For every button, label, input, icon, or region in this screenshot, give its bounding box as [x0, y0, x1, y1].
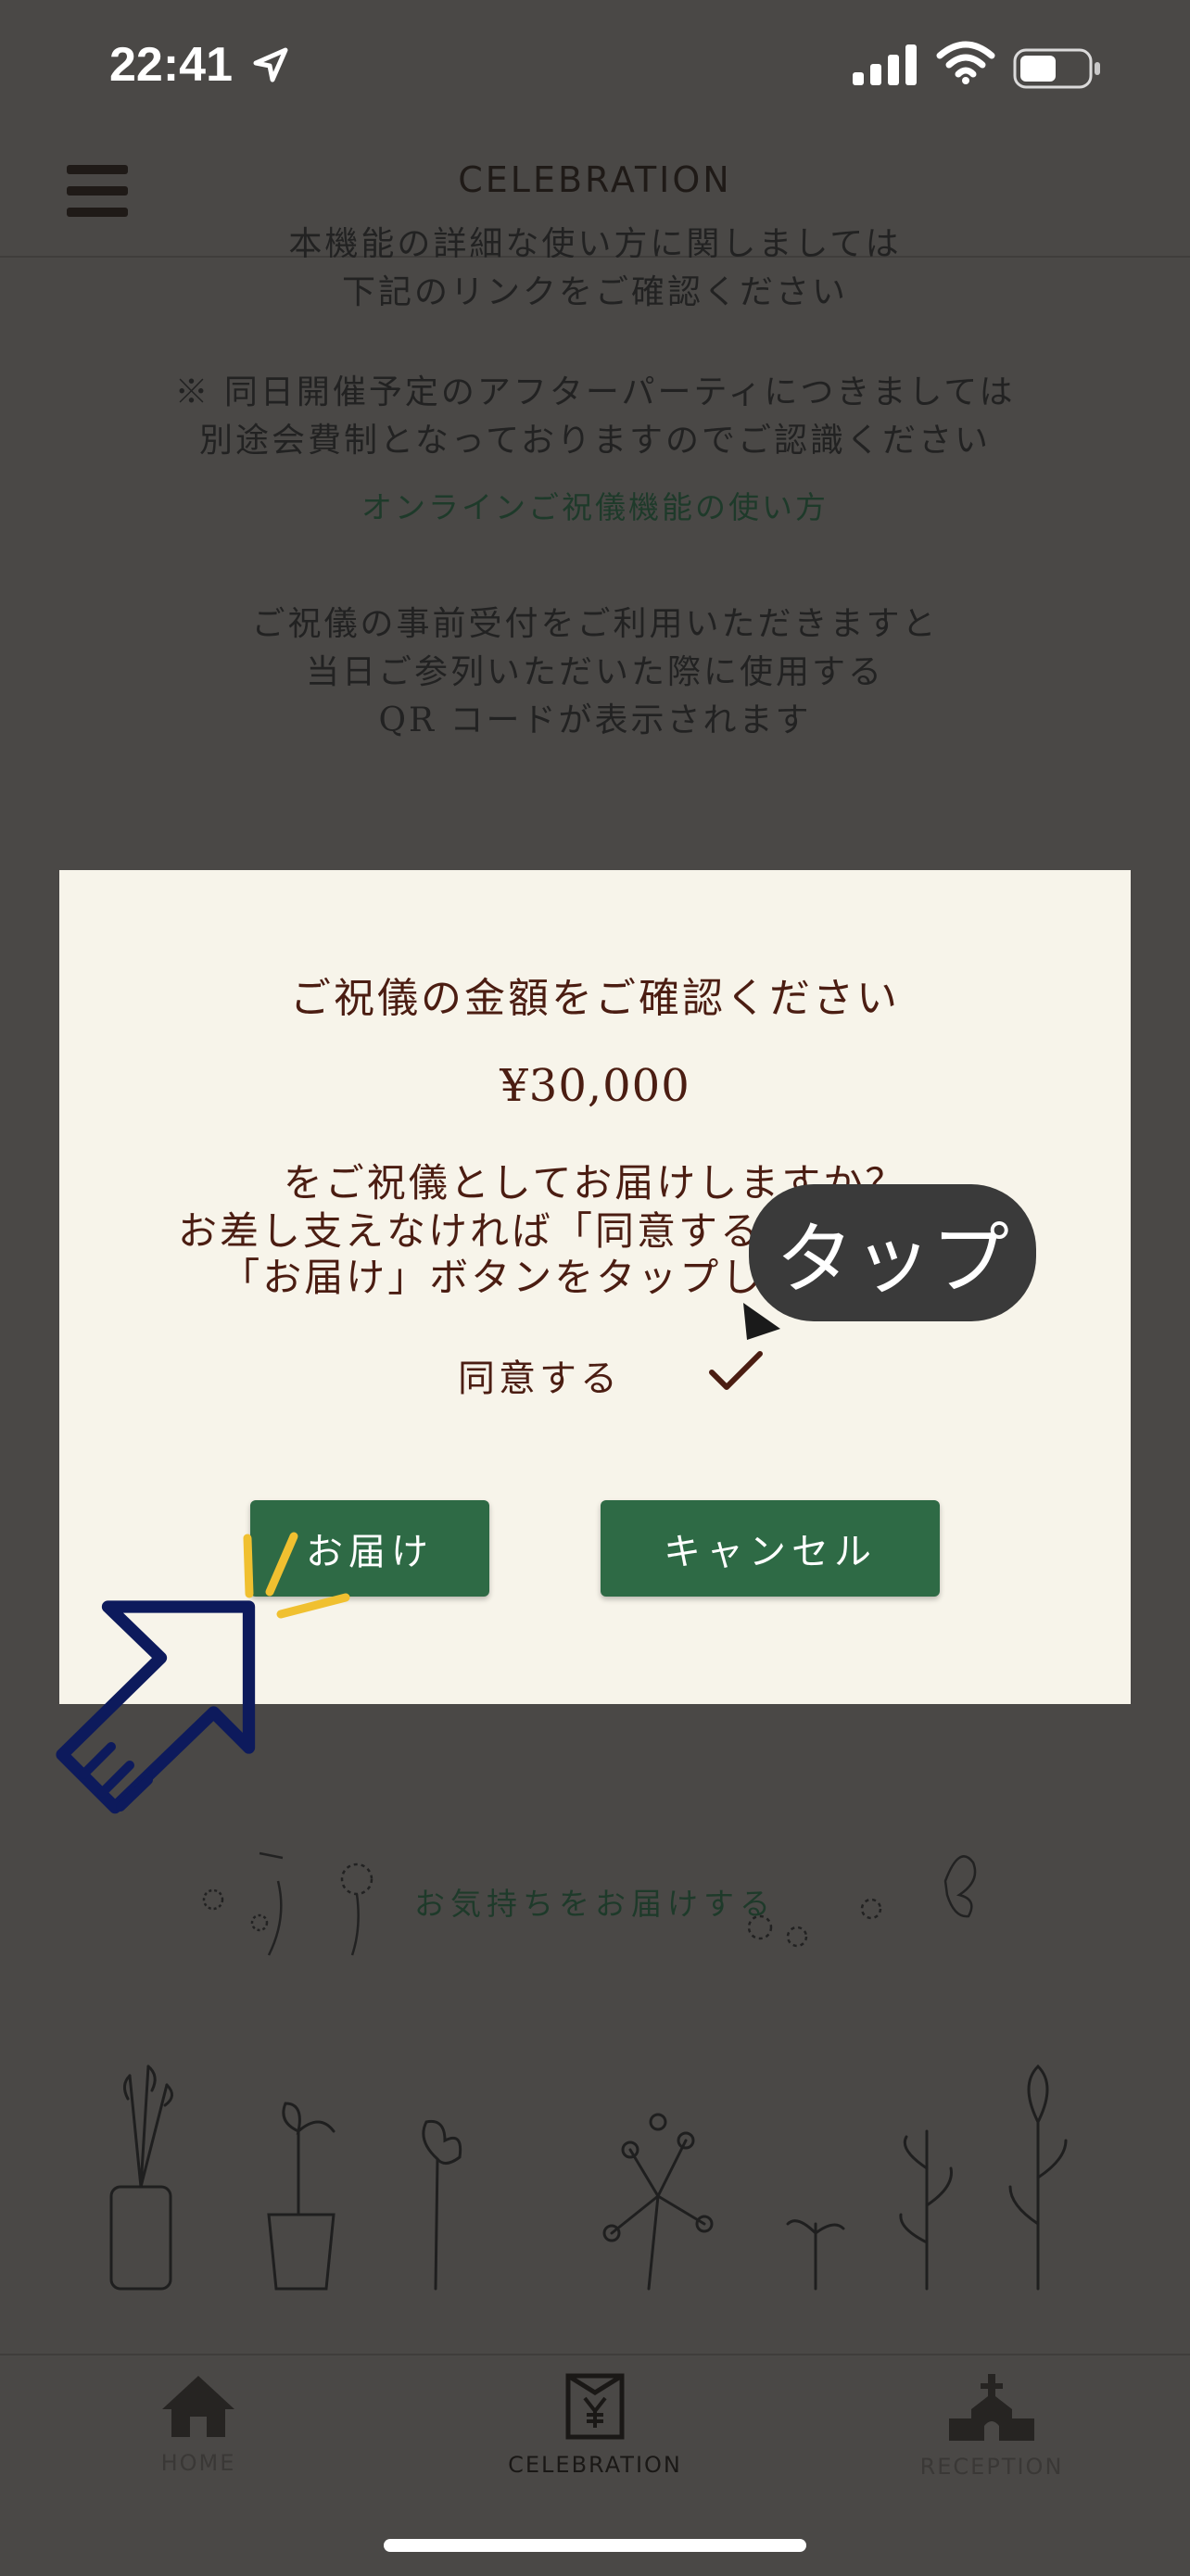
pointer-arrow-icon — [56, 1600, 256, 1814]
page-title: CELEBRATION — [458, 159, 732, 200]
tab-home[interactable]: HOME — [78, 2372, 319, 2476]
callout-pointer-icon — [743, 1303, 780, 1340]
location-arrow-icon — [253, 47, 288, 82]
app-screen: 22:41 CELEBRATION 本機能の詳細な使い方に関しましては 下記のリ… — [0, 0, 1190, 2576]
tab-home-label: HOME — [160, 2450, 236, 2476]
dialog-amount: ¥30,000 — [500, 1060, 690, 1112]
envelope-yen-icon — [565, 2373, 625, 2440]
dialog-heading: ご祝儀の金額をご確認ください — [290, 975, 900, 1022]
agree-label: 同意する — [458, 1357, 621, 1400]
cellular-signal-icon — [853, 44, 917, 85]
tab-celebration[interactable]: CELEBRATION — [475, 2372, 715, 2478]
status-bar: 22:41 — [0, 0, 1190, 139]
chapel-icon — [949, 2374, 1034, 2441]
tab-celebration-label: CELEBRATION — [508, 2452, 682, 2478]
background-note-line2: 別途会費制となっておりますのでご認識ください — [198, 422, 992, 460]
tap-callout: タップ — [749, 1184, 1036, 1321]
tab-reception-label: RECEPTION — [919, 2454, 1064, 2480]
background-info-line3: QR コードが表示されます — [378, 701, 812, 739]
agree-checkbox[interactable]: 同意する — [458, 1341, 764, 1406]
battery-icon — [1013, 48, 1100, 89]
background-info-line2: 当日ご参列いただいた際に使用する — [305, 653, 884, 691]
checkmark-icon — [709, 1351, 763, 1390]
background-note-line1: ※ 同日開催予定のアフターパーティにつきましては — [174, 373, 1016, 411]
home-indicator[interactable] — [384, 2539, 806, 2552]
wifi-icon — [936, 41, 995, 84]
house-icon — [162, 2376, 234, 2437]
tab-reception[interactable]: RECEPTION — [871, 2372, 1112, 2480]
cancel-button[interactable]: キャンセル — [601, 1500, 940, 1597]
background-text-line1: 本機能の詳細な使い方に関しましては — [288, 225, 902, 258]
background-info-line1: ご祝儀の事前受付をご利用いただきますと — [251, 605, 939, 643]
guide-link[interactable]: オンラインご祝儀機能の使い方 — [0, 484, 1190, 532]
plants-illustration-icon — [109, 2064, 1068, 2291]
status-time: 22:41 — [109, 38, 233, 92]
decoration-caption: お気持ちをお届けする — [414, 1886, 776, 1922]
background-text-line2: 下記のリンクをご確認ください — [341, 273, 848, 311]
